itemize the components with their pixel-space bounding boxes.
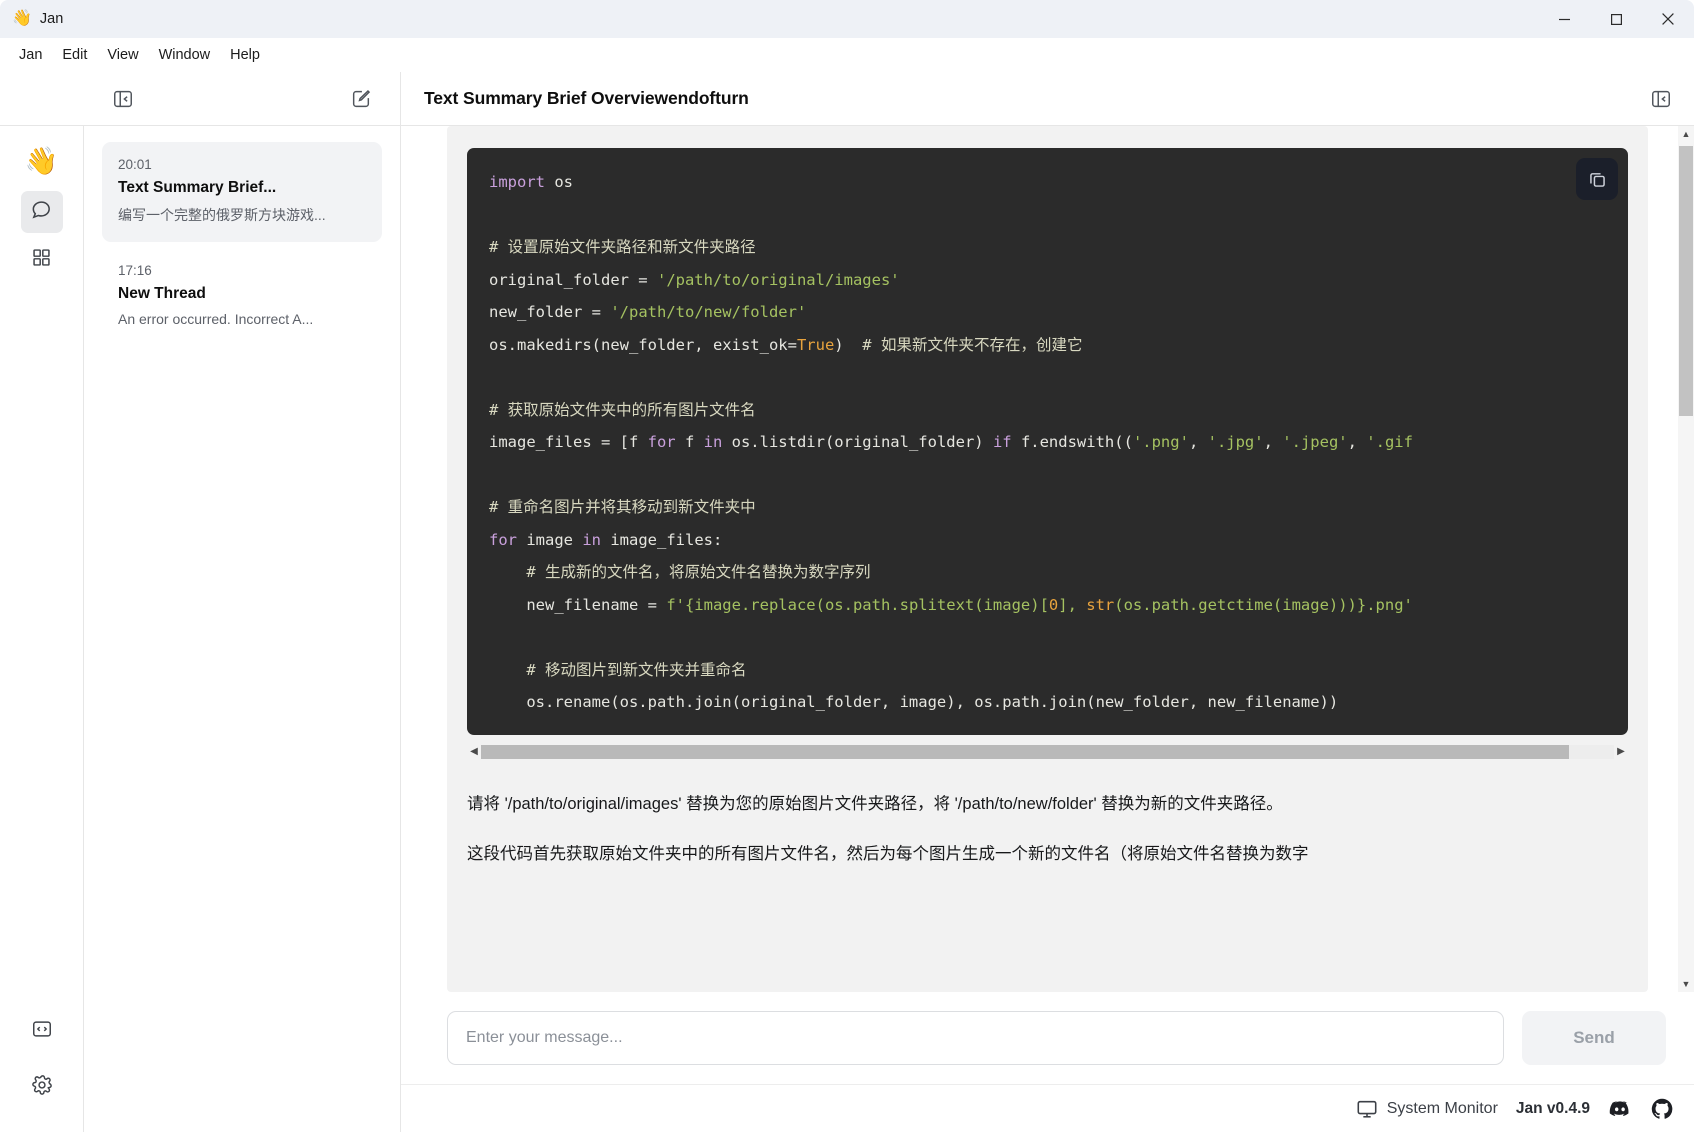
scroll-down-icon[interactable]: ▼ <box>1678 976 1694 992</box>
menu-bar: Jan Edit View Window Help <box>0 38 1694 72</box>
app-window: 👋 Jan Jan Edit View Window Help Text Sum… <box>0 0 1694 1132</box>
system-monitor-label: System Monitor <box>1386 1099 1498 1117</box>
menu-item-edit[interactable]: Edit <box>53 43 96 67</box>
title-bar-left: 👋 Jan <box>0 10 64 28</box>
message-vertical-scrollbar[interactable]: ▲ ▼ <box>1678 126 1694 992</box>
rail-item-settings[interactable] <box>21 1066 63 1108</box>
vscroll-thumb[interactable] <box>1679 146 1693 416</box>
icon-rail: 👋 <box>0 126 84 1132</box>
header-main: Text Summary Brief Overviewendofturn <box>401 72 1694 125</box>
body: 👋 20:01 Text Summary Brief... 编写一个完整的俄罗斯… <box>0 125 1694 1132</box>
rail-item-hub[interactable] <box>21 239 63 281</box>
panel-collapse-right-icon[interactable] <box>1648 86 1674 112</box>
compose-icon[interactable] <box>348 86 374 112</box>
vscroll-track[interactable] <box>1678 142 1694 976</box>
gear-icon <box>31 1074 53 1101</box>
message-paragraph-1: 请将 '/path/to/original/images' 替换为您的原始图片文… <box>467 795 1283 813</box>
rail-bottom-group <box>0 1010 83 1114</box>
app-logo-icon: 👋 <box>12 10 32 27</box>
chat-panel: import os # 设置原始文件夹路径和新文件夹路径 original_fo… <box>401 126 1694 1132</box>
github-icon[interactable] <box>1650 1097 1674 1121</box>
app-title: Jan <box>39 11 64 27</box>
hscroll-thumb[interactable] <box>481 744 1569 759</box>
copy-icon[interactable] <box>1576 158 1618 200</box>
code-horizontal-scrollbar[interactable]: ◀ ▶ <box>467 743 1628 760</box>
thread-time: 20:01 <box>118 157 152 172</box>
composer: Send <box>401 992 1694 1084</box>
grid-icon <box>31 247 52 273</box>
menu-item-view[interactable]: View <box>98 43 147 67</box>
message-scroll-area: import os # 设置原始文件夹路径和新文件夹路径 original_fo… <box>401 126 1694 992</box>
hscroll-track[interactable] <box>481 744 1614 759</box>
page-title: Text Summary Brief Overviewendofturn <box>424 88 749 108</box>
scroll-right-icon[interactable]: ▶ <box>1614 743 1628 760</box>
code-block-wrapper: import os # 设置原始文件夹路径和新文件夹路径 original_fo… <box>467 148 1628 735</box>
title-bar: 👋 Jan <box>0 0 1694 38</box>
message-input[interactable] <box>447 1011 1504 1065</box>
menu-item-jan[interactable]: Jan <box>10 43 51 67</box>
menu-item-help[interactable]: Help <box>221 43 269 67</box>
panel-collapse-left-icon[interactable] <box>110 86 136 112</box>
thread-title: Text Summary Brief... <box>118 179 277 196</box>
chat-bubble-icon <box>30 198 53 226</box>
window-controls <box>1538 0 1694 38</box>
thread-preview: 编写一个完整的俄罗斯方块游戏... <box>118 207 326 223</box>
menu-item-window[interactable]: Window <box>150 43 220 67</box>
rail-logo-icon: 👋 <box>24 146 59 176</box>
thread-list-item[interactable]: 17:16 New Thread An error occurred. Inco… <box>102 248 382 344</box>
assistant-message: import os # 设置原始文件夹路径和新文件夹路径 original_fo… <box>447 126 1648 992</box>
rail-item-developer[interactable] <box>21 1010 63 1052</box>
thread-list-item[interactable]: 20:01 Text Summary Brief... 编写一个完整的俄罗斯方块… <box>102 142 382 242</box>
code-content: import os # 设置原始文件夹路径和新文件夹路径 original_fo… <box>489 173 1413 711</box>
close-icon[interactable] <box>1642 0 1694 38</box>
maximize-icon[interactable] <box>1590 0 1642 38</box>
message-paragraph-2: 这段代码首先获取原始文件夹中的所有图片文件名，然后为每个图片生成一个新的文件名（… <box>467 845 1309 863</box>
system-monitor-button[interactable]: System Monitor <box>1356 1098 1498 1120</box>
thread-title: New Thread <box>118 285 206 302</box>
minimize-icon[interactable] <box>1538 0 1590 38</box>
status-bar: System Monitor Jan v0.4.9 <box>401 1084 1694 1132</box>
header-row: Text Summary Brief Overviewendofturn <box>0 72 1694 125</box>
app-version: Jan v0.4.9 <box>1515 1099 1590 1117</box>
rail-item-threads[interactable] <box>20 191 63 233</box>
code-block: import os # 设置原始文件夹路径和新文件夹路径 original_fo… <box>467 148 1628 735</box>
scroll-up-icon[interactable]: ▲ <box>1678 126 1694 142</box>
header-sidebar-controls <box>84 72 401 125</box>
header-rail-spacer <box>0 72 84 125</box>
send-button[interactable]: Send <box>1522 1011 1666 1065</box>
monitor-icon <box>1356 1098 1378 1120</box>
scroll-left-icon[interactable]: ◀ <box>467 743 481 760</box>
discord-icon[interactable] <box>1608 1097 1632 1121</box>
thread-list: 20:01 Text Summary Brief... 编写一个完整的俄罗斯方块… <box>84 126 401 1132</box>
code-brackets-icon <box>31 1018 53 1045</box>
thread-preview: An error occurred. Incorrect A... <box>118 311 314 327</box>
thread-time: 17:16 <box>118 263 152 278</box>
